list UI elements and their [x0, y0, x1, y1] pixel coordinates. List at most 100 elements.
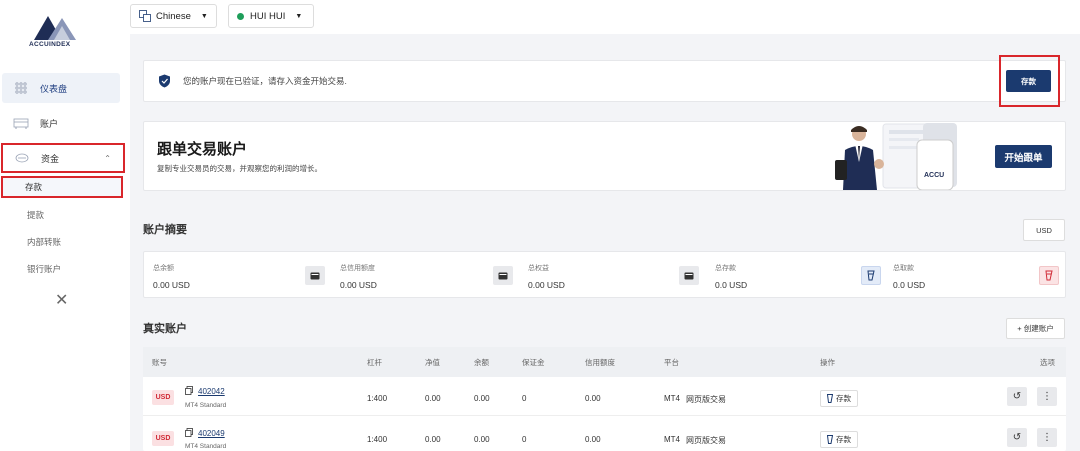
equity: 0.00: [425, 435, 441, 444]
summary-total-withdrawal: 总取款 0.0 USD: [883, 252, 1067, 299]
caret-down-icon: ▼: [200, 12, 208, 20]
column-header: 保证金: [522, 358, 545, 367]
platform: MT4: [664, 394, 680, 403]
withdraw-icon: [1039, 266, 1059, 285]
create-account-button[interactable]: + 创建账户: [1006, 318, 1065, 339]
chevron-up-icon[interactable]: ⌃: [104, 154, 111, 163]
sidebar-subitem-deposit[interactable]: 存款: [1, 176, 123, 198]
column-header: 杠杆: [367, 358, 382, 367]
sidebar: ACCUINDEX 仪表盘 账户 资金 ⌃ 存款 提款 内部转账 银行账户 ✕: [0, 0, 130, 451]
history-icon[interactable]: ↺: [1007, 428, 1027, 447]
row-deposit-label: 存款: [836, 435, 851, 444]
currency-badge: USD: [152, 431, 174, 446]
row-deposit-button[interactable]: 存款: [820, 431, 858, 448]
margin: 0: [522, 435, 527, 444]
summary-value: 0.00 USD: [528, 280, 565, 290]
sidebar-subitem-withdraw[interactable]: 提款: [27, 209, 44, 221]
summary-label: 总存款: [715, 265, 736, 272]
sidebar-item-dashboard[interactable]: 仪表盘: [2, 73, 120, 103]
start-copy-trading-button[interactable]: 开始跟单: [995, 145, 1052, 168]
sidebar-item-label: 资金: [41, 153, 60, 164]
summary-total-balance: 总余额 0.00 USD: [144, 252, 331, 299]
column-header: 选项: [1040, 358, 1055, 367]
web-trading-link[interactable]: 网页版交易: [686, 394, 726, 405]
currency-badge: USD: [152, 390, 174, 405]
web-trading-link[interactable]: 网页版交易: [686, 435, 726, 446]
account-number-link[interactable]: 402042: [198, 387, 225, 396]
equity: 0.00: [425, 394, 441, 403]
leverage: 1:400: [367, 394, 388, 403]
accuindex-logo[interactable]: [26, 12, 82, 42]
brand-name: ACCUINDEX: [29, 41, 71, 48]
margin: 0: [522, 394, 527, 403]
account-number-link[interactable]: 402049: [198, 429, 225, 438]
phone-brand-text: ACCU: [924, 172, 944, 179]
deposit-icon: [861, 266, 881, 285]
translate-icon: [139, 10, 151, 22]
real-accounts-table: 账号 杠杆 净值 余额 保证金 信用额度 平台 操作 选项 USD 402042…: [143, 347, 1066, 451]
row-deposit-button[interactable]: 存款: [820, 390, 858, 407]
user-name: HUI HUI: [250, 10, 286, 22]
column-header: 余额: [474, 358, 489, 367]
language-label: Chinese: [156, 10, 191, 22]
verified-message: 您的账户现在已验证，请存入资金开始交易.: [183, 76, 347, 86]
sidebar-item-accounts[interactable]: 账户: [2, 108, 120, 138]
summary-total-credit: 总信用额度 0.00 USD: [331, 252, 518, 299]
credit: 0.00: [585, 435, 601, 444]
sidebar-subitem-internal-transfer[interactable]: 内部转账: [27, 236, 61, 248]
summary-value: 0.0 USD: [893, 280, 926, 290]
balance: 0.00: [474, 435, 490, 444]
funds-icon: [13, 151, 31, 165]
language-dropdown[interactable]: Chinese ▼: [130, 4, 217, 28]
summary-value: 0.0 USD: [715, 280, 748, 290]
sidebar-item-funds[interactable]: 资金 ⌃: [1, 143, 125, 173]
copy-trading-illustration: ACCU: [835, 123, 957, 190]
summary-value: 0.00 USD: [340, 280, 377, 290]
column-header: 账号: [152, 358, 167, 367]
sidebar-item-label: 账户: [40, 118, 59, 129]
table-row: USD 402042 MT4 Standard 1:400 0.00 0.00 …: [143, 378, 1066, 416]
summary-value: 0.00 USD: [153, 280, 190, 290]
column-header: 净值: [425, 358, 440, 367]
caret-down-icon: ▼: [295, 12, 303, 20]
more-options-icon[interactable]: ⋮: [1037, 428, 1057, 447]
credit: 0.00: [585, 394, 601, 403]
balance: 0.00: [474, 394, 490, 403]
column-header: 信用额度: [585, 358, 615, 367]
sidebar-item-label: 仪表盘: [40, 83, 68, 94]
sidebar-subitem-bank-account[interactable]: 银行账户: [27, 263, 61, 275]
wallet-icon: [305, 266, 325, 285]
close-icon[interactable]: ✕: [55, 290, 68, 310]
deposit-icon: [827, 435, 833, 444]
copy-trading-title: 跟单交易账户: [157, 141, 248, 158]
summary-total-equity: 总权益 0.00 USD: [518, 252, 705, 299]
account-type: MT4 Standard: [185, 402, 227, 409]
row-deposit-label: 存款: [836, 394, 851, 403]
deposit-button[interactable]: 存款: [1006, 70, 1051, 92]
more-options-icon[interactable]: ⋮: [1037, 387, 1057, 406]
summary-total-deposit: 总存款 0.0 USD: [705, 252, 883, 299]
user-dropdown[interactable]: HUI HUI ▼: [228, 4, 314, 28]
history-icon[interactable]: ↺: [1007, 387, 1027, 406]
copy-icon[interactable]: [185, 386, 193, 397]
online-status-dot: [237, 12, 244, 20]
account-type: MT4 Standard: [185, 443, 227, 450]
real-accounts-title: 真实账户: [143, 323, 187, 335]
accounts-icon: [12, 116, 30, 130]
account-summary-title: 账户摘要: [143, 224, 187, 236]
currency-select-button[interactable]: USD: [1023, 219, 1065, 241]
copy-trading-description: 复制专业交易员的交易，并观察您的利润的增长。: [157, 164, 322, 173]
column-header: 平台: [664, 358, 679, 367]
table-row: USD 402049 MT4 Standard 1:400 0.00 0.00 …: [143, 417, 1066, 451]
copy-icon[interactable]: [185, 428, 193, 439]
summary-label: 总取款: [893, 265, 914, 272]
dashboard-grid-icon: [12, 81, 30, 95]
wallet-icon: [679, 266, 699, 285]
summary-label: 总权益: [528, 265, 549, 272]
column-header: 操作: [820, 358, 835, 367]
summary-label: 总信用额度: [340, 265, 375, 272]
deposit-icon: [827, 394, 833, 403]
verified-banner: 您的账户现在已验证，请存入资金开始交易.: [143, 60, 1066, 102]
table-header: 账号 杠杆 净值 余额 保证金 信用额度 平台 操作 选项: [143, 347, 1066, 377]
summary-label: 总余额: [153, 265, 174, 272]
